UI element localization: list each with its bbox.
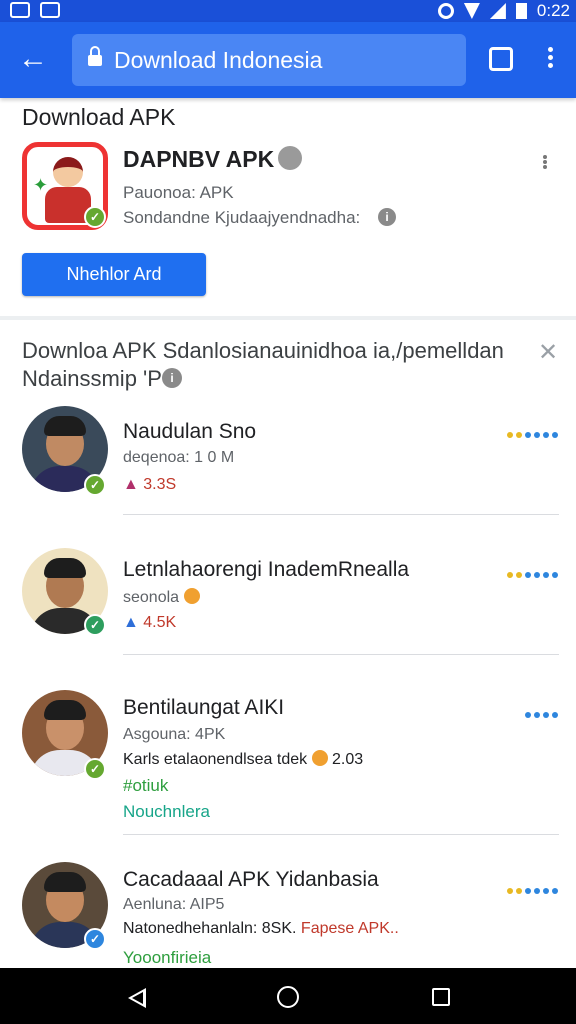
item-title: Naudulan Sno	[123, 420, 257, 443]
emoji-icon	[183, 588, 200, 604]
section-divider	[0, 316, 576, 320]
verified-check-icon: ✓	[84, 614, 106, 636]
close-icon[interactable]: ✕	[538, 338, 558, 367]
lock-icon	[88, 46, 102, 68]
rating-dot	[507, 572, 513, 578]
rating-dot	[534, 888, 540, 894]
rating-dot	[516, 432, 522, 438]
rating-dot	[525, 432, 531, 438]
rating-dot	[534, 712, 540, 718]
item-subtitle: Asgouna: 4PK	[123, 726, 226, 743]
browser-toolbar: ← Download Indonesia	[0, 22, 576, 98]
back-arrow-icon[interactable]: ←	[18, 44, 48, 74]
item-subtitle: Aenluna: AIP5	[123, 896, 225, 913]
nav-home-icon[interactable]	[277, 986, 299, 1008]
rating-dot	[552, 712, 558, 718]
app-meta-line: Sondandne Kjudaajyendnadha:	[123, 208, 361, 227]
rating-dot	[543, 432, 549, 438]
item-stat: ▲ 3.3S	[123, 476, 177, 493]
signal-icon	[489, 3, 506, 19]
results-heading-continued: Ndainssmip 'P	[22, 366, 162, 391]
emoji-icon	[311, 750, 328, 766]
notification-icon	[10, 2, 30, 18]
row-divider	[123, 654, 559, 655]
rating-dot	[552, 888, 558, 894]
verified-check-icon: ✓	[84, 474, 106, 496]
item-detail: Karls etalaonendlsea tdek 2.03	[123, 750, 364, 768]
rating-dot	[534, 432, 540, 438]
rating-dot	[543, 572, 549, 578]
system-icons: 0:22	[437, 1, 570, 21]
install-button[interactable]: Nhehlor Ard	[22, 253, 206, 296]
app-title[interactable]: DAPNBV APK	[123, 146, 274, 173]
app-more-icon[interactable]	[540, 154, 550, 174]
rating-dot	[534, 572, 540, 578]
item-title: Bentilaungat AIKI	[123, 696, 285, 719]
clock: 0:22	[536, 1, 570, 20]
notification-icons	[10, 2, 60, 18]
url-text: Download Indonesia	[114, 47, 323, 73]
rating-dot	[552, 572, 558, 578]
rating-dot	[507, 432, 513, 438]
thumb-icon: ▲	[123, 614, 144, 631]
overflow-menu-icon[interactable]	[540, 44, 560, 74]
rating-dot	[516, 572, 522, 578]
item-detail: Natonedhehanlaln: 8SK. Fapese APK..	[123, 920, 399, 937]
rating-dot	[507, 888, 513, 894]
rating-dot	[525, 888, 531, 894]
section-title: Download APK	[22, 104, 176, 130]
item-link[interactable]: Yooonfirieia	[123, 948, 211, 968]
item-title: Cacadaaal APK Yidanbasia	[123, 868, 379, 891]
rating-dot	[543, 888, 549, 894]
alarm-icon	[437, 3, 454, 19]
battery-icon	[515, 3, 527, 19]
info-icon[interactable]: i	[162, 368, 182, 388]
wifi-icon	[463, 3, 480, 19]
developer-avatar	[278, 146, 302, 170]
verified-check-icon: ✓	[84, 928, 106, 950]
item-stat: ▲ 4.5K	[123, 614, 177, 631]
item-tag[interactable]: #otiuk	[123, 776, 168, 796]
rating-dot	[525, 572, 531, 578]
item-link[interactable]: Nouchnlera	[123, 802, 210, 822]
item-subtitle: deqenoa: 1 0 M	[123, 449, 235, 466]
item-subtitle: seonola	[123, 588, 200, 607]
rating-dot	[525, 712, 531, 718]
info-icon[interactable]: i	[378, 208, 396, 226]
figure-head	[53, 157, 83, 187]
rating-dots	[507, 572, 558, 578]
rating-dot	[552, 432, 558, 438]
tab-switcher-button[interactable]	[489, 47, 513, 71]
rating-dot	[516, 888, 522, 894]
app-meta-line: Pauonoa: APK	[123, 183, 234, 202]
row-divider	[123, 834, 559, 835]
system-nav-bar	[0, 968, 576, 1024]
row-divider	[123, 514, 559, 515]
rating-dots	[507, 432, 558, 438]
nav-recents-icon[interactable]	[432, 988, 450, 1006]
verified-check-icon: ✓	[84, 758, 106, 780]
rating-dots	[525, 712, 558, 718]
rating-dots	[507, 888, 558, 894]
bag-icon: ▲	[123, 476, 144, 493]
notification-icon	[40, 2, 60, 18]
nav-back-icon[interactable]	[128, 988, 146, 1008]
verified-check-icon: ✓	[84, 206, 106, 228]
item-title: Letnlahaorengi InademRnealla	[123, 558, 410, 581]
address-bar[interactable]: Download Indonesia	[72, 34, 466, 86]
results-heading: Downloa APK Sdanlosianauinidhoa ia,/peme…	[22, 338, 504, 363]
status-bar: 0:22	[0, 0, 576, 22]
rating-dot	[543, 712, 549, 718]
